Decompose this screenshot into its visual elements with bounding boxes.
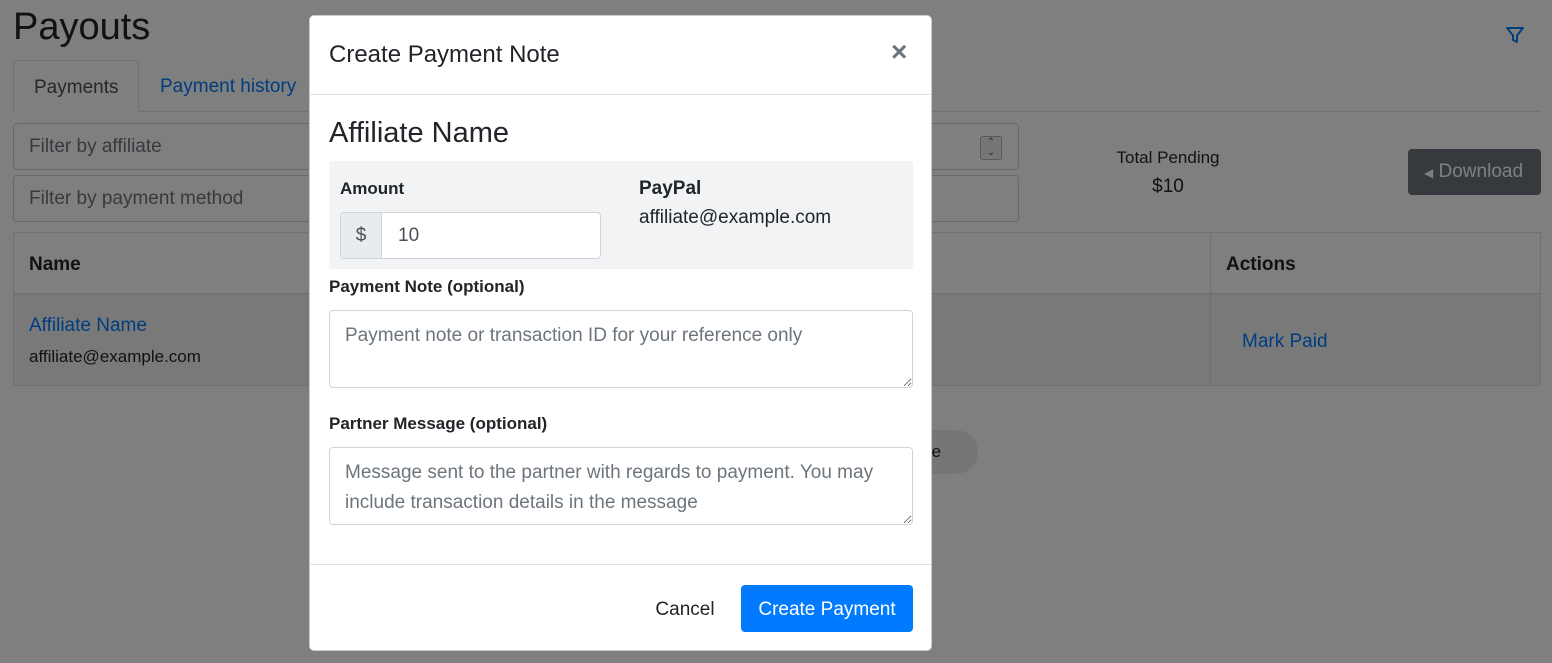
partner-message-textarea[interactable] (329, 447, 913, 525)
amount-input-group: $ (340, 212, 601, 259)
payment-info-box: Amount $ PayPal affiliate@example.com (329, 161, 913, 269)
modal-footer: Cancel Create Payment (310, 564, 931, 650)
payment-method-email: affiliate@example.com (639, 207, 832, 228)
payment-note-label: Payment Note (optional) (329, 277, 525, 296)
partner-message-label: Partner Message (optional) (329, 414, 548, 433)
amount-label: Amount (340, 179, 405, 198)
payment-note-textarea[interactable] (329, 310, 913, 388)
create-payment-note-modal: Create Payment Note × Affiliate Name Amo… (309, 15, 932, 651)
create-payment-button[interactable]: Create Payment (741, 585, 913, 632)
amount-input[interactable] (383, 213, 600, 258)
cancel-button[interactable]: Cancel (644, 585, 726, 632)
modal-affiliate-name: Affiliate Name (329, 117, 509, 149)
modal-header: Create Payment Note × (310, 16, 931, 95)
modal-title: Create Payment Note (329, 41, 560, 68)
currency-prefix: $ (341, 213, 382, 258)
payment-method-label: PayPal (639, 178, 702, 199)
close-icon[interactable]: × (891, 38, 907, 66)
